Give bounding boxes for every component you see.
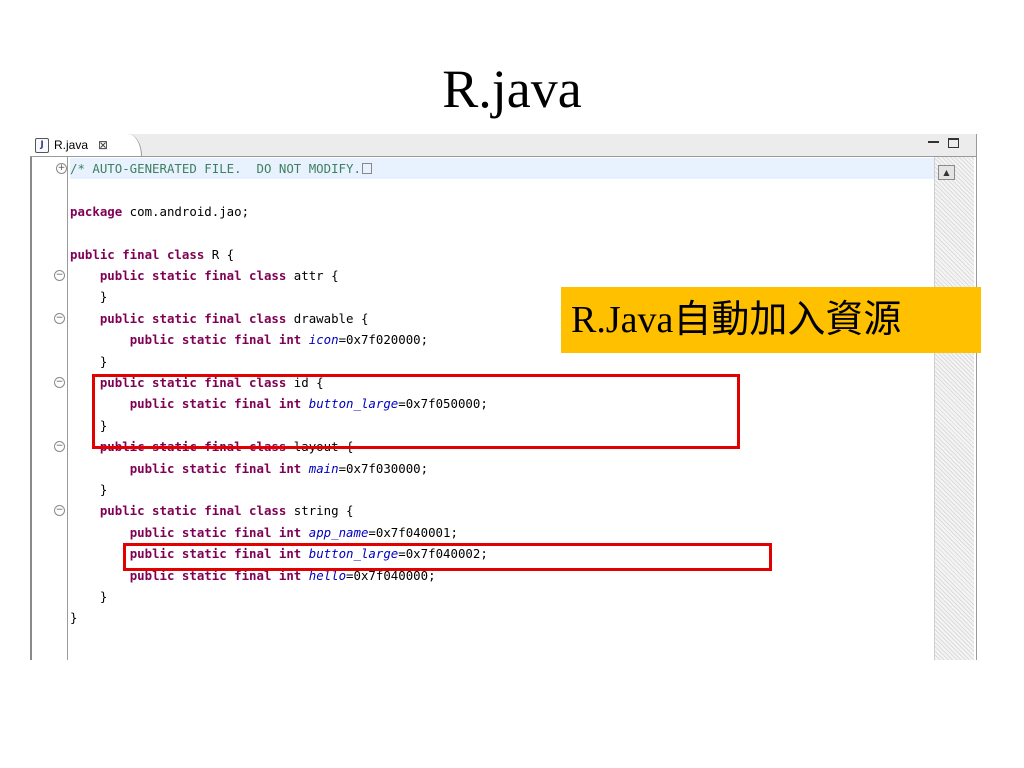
- code-line: }: [70, 586, 934, 607]
- code-keyword: public final class: [70, 246, 205, 262]
- expand-fold-icon[interactable]: +: [56, 163, 67, 174]
- code-text: com.android.jao;: [122, 203, 250, 219]
- code-text: }: [70, 289, 108, 305]
- code-text: }: [70, 482, 108, 497]
- code-line: public final class R {: [70, 244, 934, 265]
- code-text: }: [70, 589, 108, 604]
- code-text: string {: [286, 503, 354, 519]
- code-field-name: main: [308, 460, 339, 476]
- callout-label: R.Java自動加入資源: [561, 287, 981, 353]
- collapse-fold-icon[interactable]: −: [54, 270, 65, 281]
- tab-r-java[interactable]: J R.java ⊠: [30, 134, 142, 156]
- code-text: }: [70, 610, 78, 626]
- code-line: public static final class attr {: [70, 265, 934, 286]
- code-line: public static final class string {: [70, 500, 934, 521]
- code-line: }: [70, 607, 934, 628]
- java-file-icon: J: [35, 137, 49, 153]
- close-icon[interactable]: ⊠: [98, 138, 108, 152]
- code-text: =0x7f020000;: [338, 332, 429, 348]
- tab-label: R.java: [54, 138, 89, 152]
- collapse-fold-icon[interactable]: −: [54, 505, 65, 517]
- code-keyword: public static final class: [99, 310, 287, 326]
- code-keyword: public static final int: [129, 524, 302, 540]
- code-line: }: [70, 351, 934, 372]
- code-keyword: public static final class: [99, 268, 287, 283]
- collapse-fold-icon[interactable]: −: [54, 312, 65, 324]
- minimize-icon[interactable]: [928, 139, 939, 143]
- code-text: R {: [204, 246, 235, 262]
- collapse-fold-icon[interactable]: −: [54, 441, 65, 453]
- code-field-name: app_name: [308, 524, 369, 540]
- vertical-scrollbar[interactable]: ▲: [934, 157, 974, 660]
- slide-title: R.java: [442, 59, 582, 119]
- code-field-name: icon: [308, 332, 339, 348]
- scroll-up-arrow-icon[interactable]: ▲: [938, 165, 955, 180]
- code-text: attr {: [286, 268, 339, 283]
- code-text: drawable {: [286, 310, 369, 326]
- code-line: /* AUTO-GENERATED FILE. DO NOT MODIFY.: [70, 158, 934, 179]
- editor-gutter: + − − − − −: [30, 157, 68, 660]
- code-text: =0x7f030000;: [338, 460, 429, 476]
- code-text: }: [70, 353, 108, 369]
- highlight-box-id-class: [92, 374, 740, 449]
- code-keyword: public static final int: [129, 332, 302, 348]
- code-line: }: [70, 479, 934, 500]
- code-line: public static final int main=0x7f030000;: [70, 458, 934, 479]
- folded-code-indicator-icon[interactable]: [361, 163, 372, 174]
- editor-tab-bar: J R.java ⊠: [30, 134, 976, 157]
- code-line: package com.android.jao;: [70, 201, 934, 222]
- code-keyword: public static final int: [129, 460, 302, 476]
- maximize-icon[interactable]: [948, 138, 959, 148]
- collapse-fold-icon[interactable]: −: [54, 377, 65, 388]
- highlight-box-string-button-large: [123, 543, 772, 571]
- code-comment: /* AUTO-GENERATED FILE. DO NOT MODIFY.: [70, 161, 361, 176]
- code-text: =0x7f040001;: [368, 524, 458, 540]
- code-keyword: package: [70, 203, 123, 219]
- code-line: public static final int app_name=0x7f040…: [70, 522, 934, 543]
- callout-text: R.Java自動加入資源: [571, 299, 902, 341]
- code-keyword: public static final class: [99, 503, 287, 519]
